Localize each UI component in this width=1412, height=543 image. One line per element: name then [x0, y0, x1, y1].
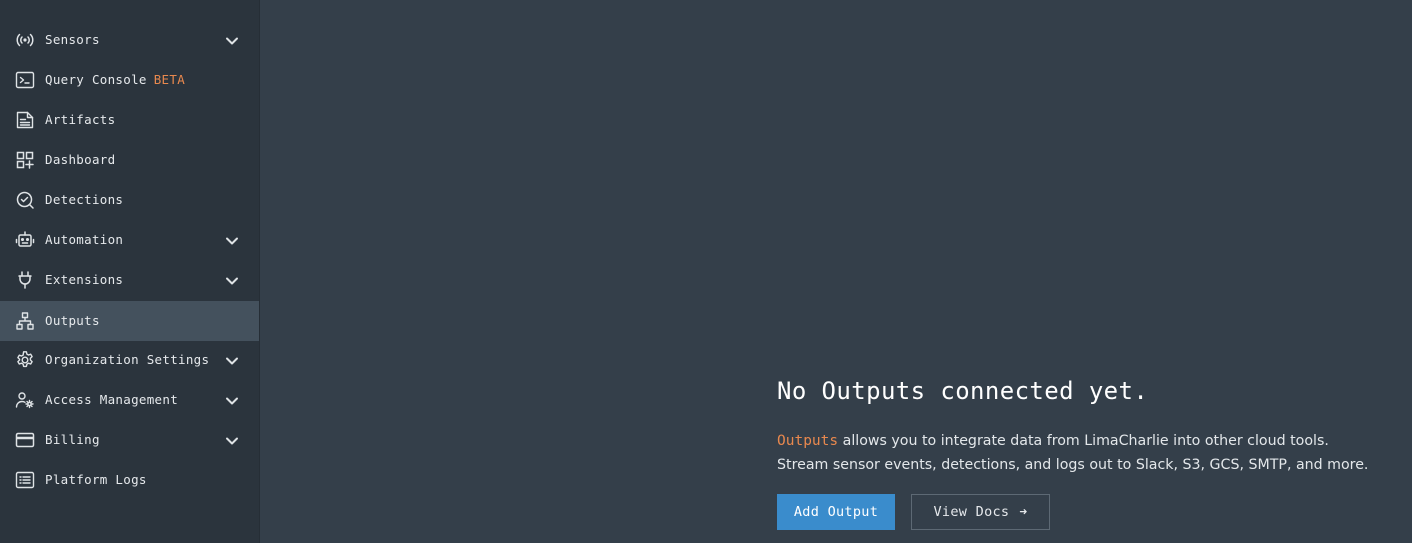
sidebar-item-label: Extensions [45, 272, 124, 287]
hierarchy-icon [15, 311, 35, 331]
outputs-keyword: Outputs [777, 433, 839, 449]
sidebar-item-label: Detections [45, 192, 124, 207]
sidebar-item-label: Access Management [45, 392, 179, 407]
chevron-down-icon[interactable] [224, 33, 240, 47]
description-line-2: Stream sensor events, detections, and lo… [777, 457, 1369, 473]
sidebar-item-detections[interactable]: Detections [0, 180, 259, 220]
sidebar-item-automation[interactable]: Automation [0, 220, 259, 260]
user-gear-icon [15, 390, 35, 410]
view-docs-button[interactable]: View Docs ➜ [911, 494, 1050, 530]
sidebar-item-artifacts[interactable]: Artifacts [0, 100, 259, 140]
chevron-down-icon[interactable] [224, 393, 240, 407]
chevron-down-icon[interactable] [224, 273, 240, 287]
sidebar-item-label: Outputs [45, 313, 100, 328]
add-output-button[interactable]: Add Output [777, 494, 895, 530]
arrow-right-icon: ➜ [1019, 504, 1028, 520]
sidebar-item-platform-logs[interactable]: Platform Logs [0, 460, 259, 500]
dashboard-grid-icon [15, 150, 35, 170]
chevron-down-icon[interactable] [224, 433, 240, 447]
chevron-down-icon[interactable] [224, 353, 240, 367]
main-content: No Outputs connected yet. Outputs allows… [260, 0, 1412, 543]
sidebar-item-outputs[interactable]: Outputs [0, 301, 259, 341]
sidebar-item-query-console[interactable]: Query Console BETA [0, 60, 259, 100]
sidebar-item-label: Sensors [45, 32, 100, 47]
robot-icon [15, 230, 35, 250]
terminal-icon [15, 70, 35, 90]
sidebar-item-sensors[interactable]: Sensors [0, 20, 259, 60]
chevron-down-icon[interactable] [224, 233, 240, 247]
sidebar: Sensors Query Console BETA Artifacts Das… [0, 0, 260, 543]
sidebar-item-extensions[interactable]: Extensions [0, 260, 259, 300]
gear-icon [15, 350, 35, 370]
empty-state-description: Outputs allows you to integrate data fro… [777, 429, 1412, 477]
empty-state-title: No Outputs connected yet. [777, 377, 1149, 405]
sidebar-item-label: Platform Logs [45, 472, 147, 487]
beta-badge: BETA [153, 72, 186, 87]
document-icon [15, 110, 35, 130]
sidebar-item-label: Organization Settings [45, 352, 210, 367]
credit-card-icon [15, 430, 35, 450]
sidebar-item-dashboard[interactable]: Dashboard [0, 140, 259, 180]
sidebar-item-label: Dashboard [45, 152, 116, 167]
sidebar-item-organization-settings[interactable]: Organization Settings [0, 340, 259, 380]
sidebar-item-label: Artifacts [45, 112, 116, 127]
check-circle-search-icon [15, 190, 35, 210]
sidebar-item-label: Billing [45, 432, 100, 447]
sidebar-item-label: Automation [45, 232, 124, 247]
sidebar-item-access-management[interactable]: Access Management [0, 380, 259, 420]
plug-icon [15, 270, 35, 290]
app-window: Sensors Query Console BETA Artifacts Das… [0, 0, 1412, 543]
sidebar-item-billing[interactable]: Billing [0, 420, 259, 460]
add-output-label: Add Output [793, 504, 879, 520]
description-line-1: allows you to integrate data from LimaCh… [838, 433, 1329, 449]
sidebar-item-label: Query Console [45, 72, 147, 87]
list-icon [15, 470, 35, 490]
broadcast-icon [15, 30, 35, 50]
view-docs-label: View Docs [933, 504, 1010, 520]
